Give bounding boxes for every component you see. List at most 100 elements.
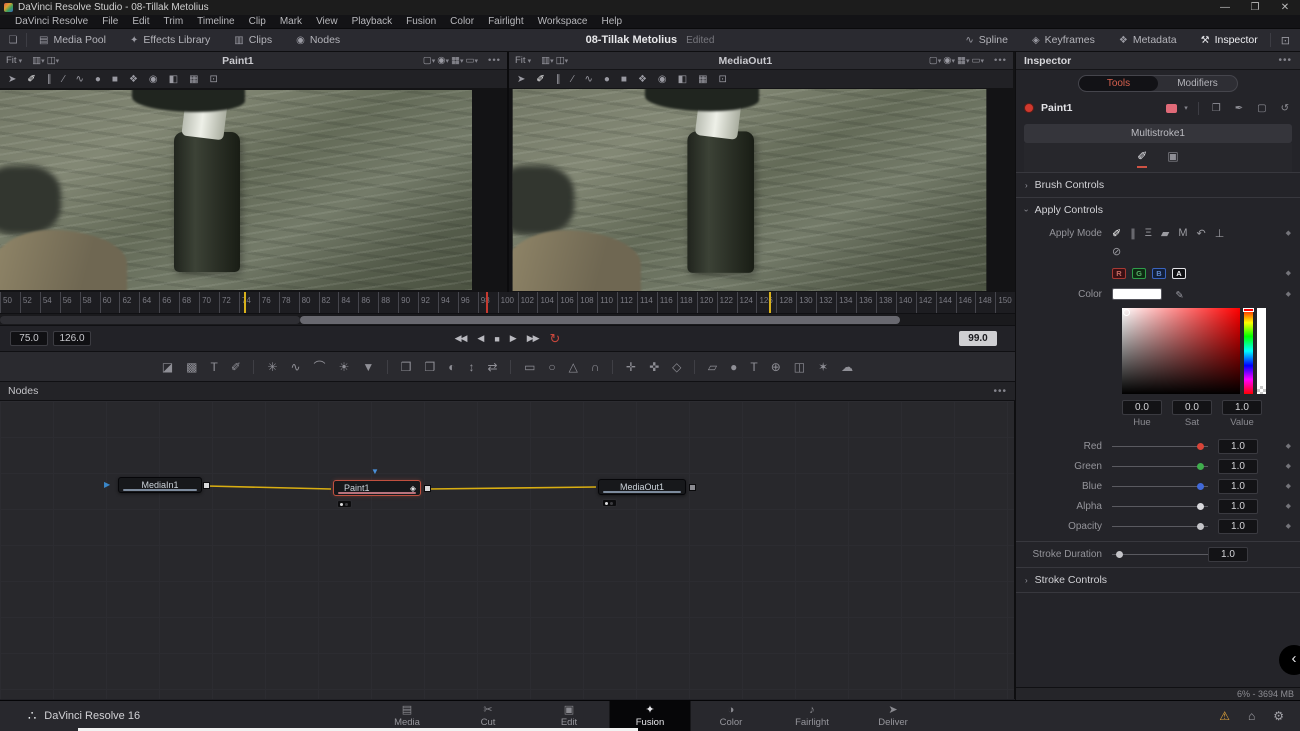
current-frame-field[interactable]: 99.0 [959,331,997,346]
slider-knob[interactable] [1197,523,1204,530]
play-reverse-button[interactable]: ◀ [477,333,483,344]
zoom-dropdown[interactable]: Fit▾ [515,55,531,66]
render-in-field[interactable]: 75.0 [10,331,48,346]
circle-tool[interactable]: ● [95,74,101,85]
section-brush-controls[interactable]: › Brush Controls [1016,172,1300,197]
page-deliver[interactable]: ➤ Deliver [853,701,934,731]
expand-viewer-icon[interactable]: ▭▾ [466,55,479,66]
checker-underlay-icon[interactable]: ▦▾ [957,55,970,66]
node-mediain1[interactable]: MediaIn1 [118,477,202,493]
background-node-button[interactable]: ◪ [155,360,179,374]
page-cut[interactable]: ✂ Cut [448,701,529,731]
page-media[interactable]: ▤ Media [367,701,448,731]
slider-track[interactable] [1112,521,1208,531]
slider-value-field[interactable]: 1.0 [1218,519,1258,534]
menu-mark[interactable]: Mark [273,16,309,27]
node-color-swatch[interactable] [1166,104,1177,113]
page-edit[interactable]: ▣ Edit [529,701,610,731]
close-button[interactable]: ✕ [1270,0,1300,15]
planar-transform-node-button[interactable]: ◇ [666,360,688,374]
render-in-marker[interactable] [244,292,246,313]
blue-channel-button[interactable]: B [1152,268,1166,279]
polygon-mask-button[interactable]: △ [562,360,584,374]
hue-field[interactable]: 0.0 [1122,400,1162,415]
menu-file[interactable]: File [95,16,125,27]
timeline-ruler[interactable]: 5052545658606264666870727476788082848688… [0,292,1015,314]
viewer-options-menu[interactable]: ••• [994,55,1007,66]
keyframe-diamond[interactable]: ◆ [1286,442,1291,450]
wire-apply-mode[interactable]: ⊘ [1112,245,1121,258]
warning-icon[interactable]: ⚠ [1219,709,1230,723]
nodes-panel-menu[interactable]: ••• [993,386,1007,397]
multi-merge-node-button[interactable]: ❐ [418,360,442,374]
transform-node-button[interactable]: ⇄ [481,360,504,374]
fastnoise-node-button[interactable]: ▩ [180,360,204,374]
multistroke-tool[interactable]: ∥ [556,74,561,85]
green-channel-button[interactable]: G [1132,268,1146,279]
shape-3d-button[interactable]: ● [724,360,744,374]
slider-value-field[interactable]: 1.0 [1218,439,1258,454]
slider-value-field[interactable]: 1.0 [1218,499,1258,514]
bspline-mask-button[interactable]: ∩ [584,360,606,374]
polyline-stroke-tool[interactable]: ∿ [584,74,592,85]
menu-playback[interactable]: Playback [345,16,400,27]
mask-paint-tool[interactable]: ▦ [698,74,707,85]
reset-icon[interactable]: ↺ [1278,103,1292,114]
mask-paint-tool[interactable]: ▦ [189,74,198,85]
menu-help[interactable]: Help [594,16,629,27]
node-paint1[interactable]: Paint1 ◈ [333,480,421,496]
alpha-strip[interactable] [1257,308,1266,394]
right-viewer-canvas[interactable] [509,88,1013,292]
stroke-tool[interactable]: ∕ [63,74,65,85]
brightness-contrast-node-button[interactable]: ☀ [332,360,356,374]
stroke-tool[interactable]: ∕ [572,74,574,85]
playhead[interactable] [486,292,488,313]
render-out-marker[interactable] [769,292,771,313]
eyedropper-icon[interactable]: ✐ [1173,290,1184,298]
output-port[interactable] [424,485,431,492]
slider-track[interactable] [1112,461,1208,471]
matte-control-node-button[interactable]: ◐ [442,360,462,374]
keyframe-diamond[interactable]: ◆ [1286,269,1291,277]
viewer-options-menu[interactable]: ••• [488,55,501,66]
menu-timeline[interactable]: Timeline [190,16,241,27]
menu-fairlight[interactable]: Fairlight [481,16,531,27]
tab-tools[interactable]: Tools [1079,76,1158,91]
menu-edit[interactable]: Edit [125,16,156,27]
smear-apply-mode[interactable]: ↶ [1197,227,1206,240]
goto-end-button[interactable]: ▶▶ [527,333,539,344]
brush-tool[interactable]: ✐ [27,74,35,85]
color-viewer-icon[interactable]: ◉▾ [437,55,449,66]
menu-color[interactable]: Color [443,16,481,27]
blur-node-button[interactable]: ▼ [356,360,381,374]
fill-tool[interactable]: ◧ [678,74,687,85]
clone-tool[interactable]: ❖ [638,74,647,85]
dual-screen-icon[interactable]: ⊡ [1271,34,1300,47]
render-out-field[interactable]: 126.0 [53,331,91,346]
color-corrector-node-button[interactable]: ✳ [253,360,284,374]
minimize-button[interactable]: — [1210,0,1240,15]
slider-value-field[interactable]: 1.0 [1218,479,1258,494]
slider-knob[interactable] [1197,483,1204,490]
emboss-apply-mode[interactable]: Ξ [1145,227,1152,239]
loop-button[interactable]: ↻ [550,331,561,347]
alpha-channel-button[interactable]: A [1172,268,1186,279]
page-color[interactable]: ◑ Color [691,701,772,731]
viewer-layout-icon[interactable]: ▥▾ [541,55,554,66]
circle-tool[interactable]: ● [604,74,610,85]
keyframe-diamond[interactable]: ◆ [1286,290,1291,298]
home-icon[interactable]: ⌂ [1248,709,1255,723]
checker-underlay-icon[interactable]: ▦▾ [451,55,464,66]
scrollbar-thumb[interactable] [300,316,900,324]
settings-icon[interactable]: ⚙ [1273,709,1284,723]
paint-node-button[interactable]: ✐ [224,360,247,374]
keyframes-button[interactable]: ◈ Keyframes [1020,29,1107,51]
nodes-button[interactable]: ◉ Nodes [284,29,352,51]
output-port[interactable] [203,482,210,489]
output-port[interactable] [689,484,696,491]
paint-color-swatch[interactable] [1112,288,1162,300]
hue-selector[interactable] [1243,308,1254,312]
slider-track[interactable] [1112,441,1208,451]
chevron-down-icon[interactable]: ▾ [1184,104,1188,112]
viewer-layout-icon[interactable]: ▥▾ [32,55,45,66]
